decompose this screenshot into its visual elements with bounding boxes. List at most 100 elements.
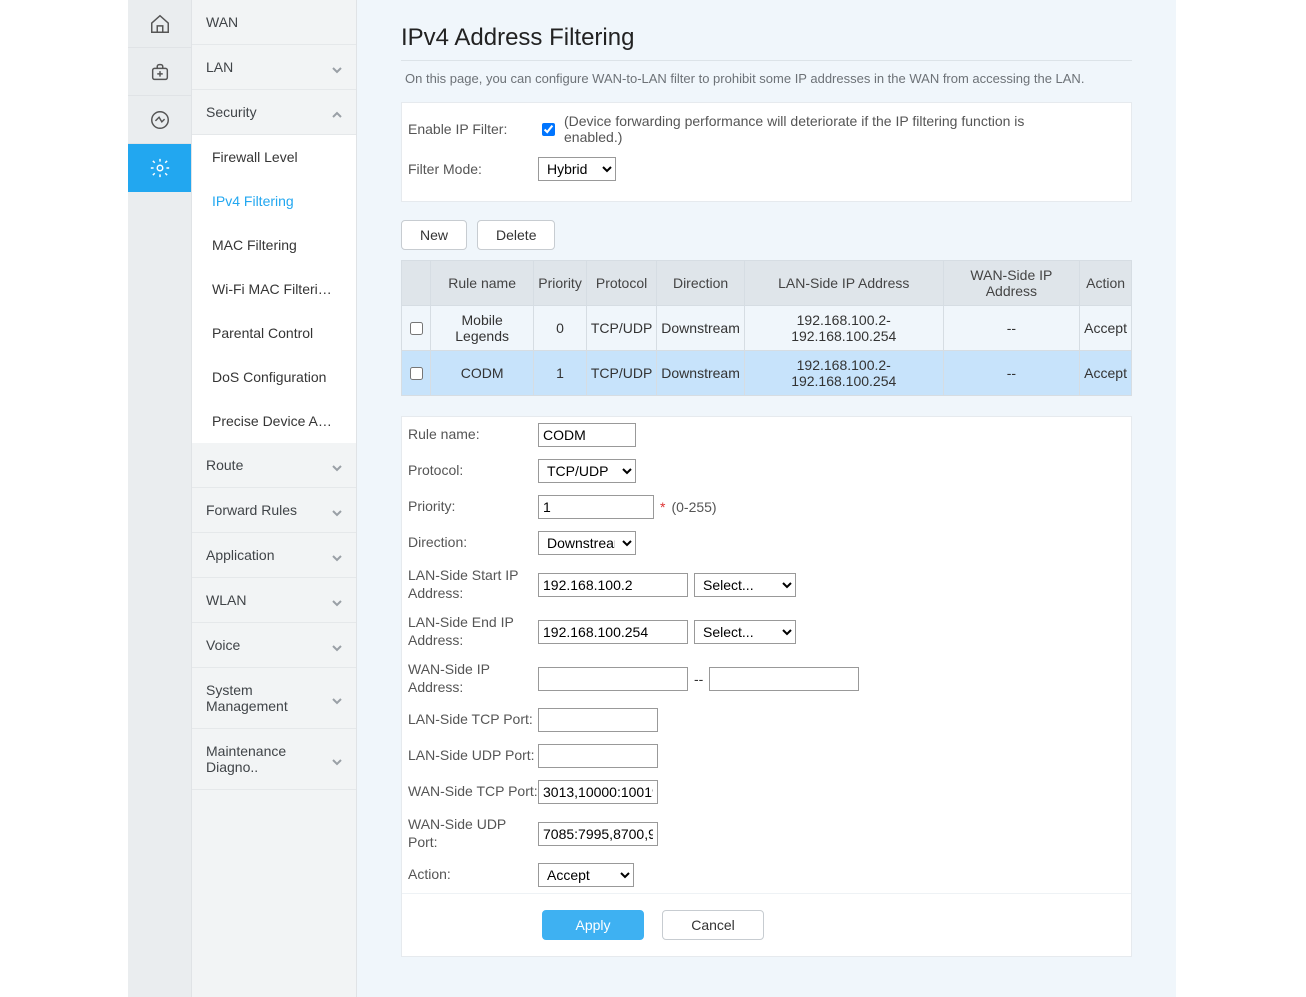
delete-button[interactable]: Delete <box>477 220 555 250</box>
table-row[interactable]: CODM1TCP/UDPDownstream192.168.100.2-192.… <box>402 351 1132 396</box>
rule-name-label: Rule name: <box>408 426 538 444</box>
col-action: Action <box>1080 261 1132 306</box>
cell-lan-ip: 192.168.100.2-192.168.100.254 <box>744 351 943 396</box>
chevron-down-icon <box>332 640 342 650</box>
nav-voice[interactable]: Voice <box>192 623 356 668</box>
lan-end-ip-select[interactable]: Select... <box>694 620 796 644</box>
sub-firewall-level[interactable]: Firewall Level <box>192 135 356 179</box>
nav-wlan[interactable]: WLAN <box>192 578 356 623</box>
direction-label: Direction: <box>408 534 538 552</box>
chevron-down-icon <box>332 460 342 470</box>
lan-udp-port-label: LAN-Side UDP Port: <box>408 747 538 765</box>
priority-input[interactable] <box>538 495 654 519</box>
divider <box>401 60 1132 61</box>
rail-medkit-icon[interactable] <box>128 48 191 96</box>
action-select[interactable]: Accept <box>538 863 634 887</box>
chevron-down-icon <box>332 693 342 703</box>
cell-action: Accept <box>1080 351 1132 396</box>
wan-tcp-port-input[interactable] <box>538 780 658 804</box>
enable-ip-filter-hint: (Device forwarding performance will dete… <box>564 113 1034 145</box>
wan-ip-label: WAN-Side IP Address: <box>408 661 538 696</box>
nav-label: LAN <box>206 59 233 75</box>
submenu-security: Firewall Level IPv4 Filtering MAC Filter… <box>192 135 356 443</box>
cell-priority: 1 <box>534 351 587 396</box>
rail-gauge-icon[interactable] <box>128 96 191 144</box>
sub-wifi-mac-filtering[interactable]: Wi-Fi MAC Filterin... <box>192 267 356 311</box>
sub-ipv4-filtering[interactable]: IPv4 Filtering <box>192 179 356 223</box>
nav-label: Application <box>206 547 275 563</box>
col-checkbox <box>402 261 431 306</box>
nav-security[interactable]: Security <box>192 90 356 135</box>
page-title: IPv4 Address Filtering <box>401 24 1132 52</box>
nav-maintenance-diagnostic[interactable]: Maintenance Diagno.. <box>192 729 356 790</box>
new-button[interactable]: New <box>401 220 467 250</box>
chevron-down-icon <box>332 505 342 515</box>
nav-system-management[interactable]: System Management <box>192 668 356 729</box>
chevron-down-icon <box>332 550 342 560</box>
col-rule-name: Rule name <box>431 261 534 306</box>
row-checkbox[interactable] <box>410 322 423 335</box>
lan-end-ip-label: LAN-Side End IP Address: <box>408 614 538 649</box>
protocol-select[interactable]: TCP/UDP <box>538 459 636 483</box>
cell-wan-ip: -- <box>943 306 1080 351</box>
lan-start-ip-input[interactable] <box>538 573 688 597</box>
cell-direction: Downstream <box>657 306 745 351</box>
wan-ip-start-input[interactable] <box>538 667 688 691</box>
cancel-button[interactable]: Cancel <box>662 910 764 940</box>
enable-ip-filter-checkbox[interactable] <box>542 123 555 136</box>
right-padding <box>1176 0 1306 997</box>
cell-wan-ip: -- <box>943 351 1080 396</box>
action-label: Action: <box>408 866 538 884</box>
lan-udp-port-input[interactable] <box>538 744 658 768</box>
col-protocol: Protocol <box>586 261 656 306</box>
sub-precise-device[interactable]: Precise Device Acc... <box>192 399 356 443</box>
apply-button[interactable]: Apply <box>542 910 644 940</box>
nav-label: Forward Rules <box>206 502 297 518</box>
rules-table: Rule name Priority Protocol Direction LA… <box>401 260 1132 396</box>
cell-lan-ip: 192.168.100.2-192.168.100.254 <box>744 306 943 351</box>
nav-label: Voice <box>206 637 240 653</box>
lan-tcp-port-label: LAN-Side TCP Port: <box>408 711 538 729</box>
lan-end-ip-input[interactable] <box>538 620 688 644</box>
rule-name-input[interactable] <box>538 423 636 447</box>
nav-label: WAN <box>206 14 238 30</box>
wan-ip-end-input[interactable] <box>709 667 859 691</box>
filter-settings-panel: Enable IP Filter: (Device forwarding per… <box>401 102 1132 202</box>
main-content: IPv4 Address Filtering On this page, you… <box>357 0 1176 997</box>
chevron-down-icon <box>332 595 342 605</box>
nav-forward-rules[interactable]: Forward Rules <box>192 488 356 533</box>
row-checkbox[interactable] <box>410 367 423 380</box>
required-marker: * <box>660 499 665 515</box>
protocol-label: Protocol: <box>408 462 538 480</box>
chevron-down-icon <box>332 754 342 764</box>
nav-lan[interactable]: LAN <box>192 45 356 90</box>
col-lan-ip: LAN-Side IP Address <box>744 261 943 306</box>
cell-rule-name: Mobile Legends <box>431 306 534 351</box>
wan-udp-port-input[interactable] <box>538 822 658 846</box>
table-row[interactable]: Mobile Legends0TCP/UDPDownstream192.168.… <box>402 306 1132 351</box>
icon-rail <box>128 0 192 997</box>
cell-priority: 0 <box>534 306 587 351</box>
nav-wan[interactable]: WAN <box>192 0 356 45</box>
sub-parental-control[interactable]: Parental Control <box>192 311 356 355</box>
left-padding <box>0 0 128 997</box>
nav-label: Route <box>206 457 243 473</box>
filter-mode-select[interactable]: Hybrid <box>538 157 616 181</box>
sub-dos-config[interactable]: DoS Configuration <box>192 355 356 399</box>
lan-start-ip-select[interactable]: Select... <box>694 573 796 597</box>
enable-ip-filter-label: Enable IP Filter: <box>408 121 538 137</box>
nav-route[interactable]: Route <box>192 443 356 488</box>
rail-settings-icon[interactable] <box>128 144 191 192</box>
wan-tcp-port-label: WAN-Side TCP Port: <box>408 783 538 801</box>
filter-mode-label: Filter Mode: <box>408 161 538 177</box>
priority-hint: (0-255) <box>671 499 716 515</box>
lan-tcp-port-input[interactable] <box>538 708 658 732</box>
priority-label: Priority: <box>408 498 538 516</box>
col-direction: Direction <box>657 261 745 306</box>
rail-home-icon[interactable] <box>128 0 191 48</box>
direction-select[interactable]: Downstream <box>538 531 636 555</box>
sub-mac-filtering[interactable]: MAC Filtering <box>192 223 356 267</box>
nav-application[interactable]: Application <box>192 533 356 578</box>
cell-action: Accept <box>1080 306 1132 351</box>
wan-ip-separator: -- <box>694 671 703 687</box>
